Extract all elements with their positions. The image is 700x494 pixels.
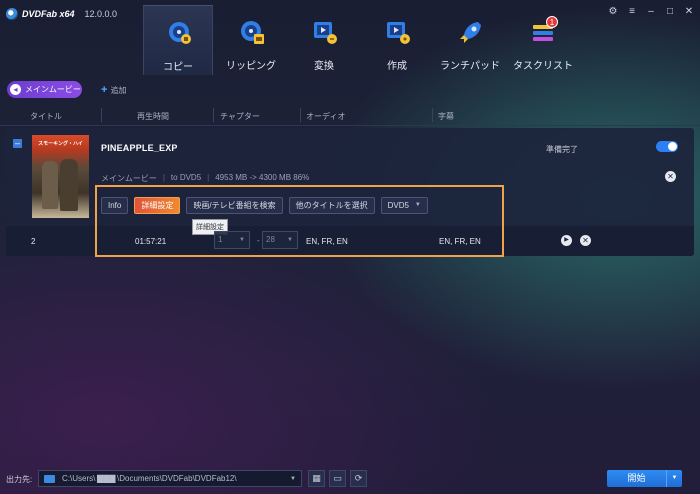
add-source-button[interactable]: + 追加 <box>101 84 126 96</box>
add-source-label: 追加 <box>110 85 127 95</box>
window-controls: ⚙ ≡ – □ ✕ <box>608 7 694 17</box>
highlight-box <box>95 185 504 257</box>
start-label: 開始 <box>627 473 646 483</box>
meta-size: 4953 MB -> 4300 MB 86% <box>215 173 310 182</box>
app-version: 12.0.0.0 <box>84 9 118 19</box>
browse-folder-icon[interactable]: ▭ <box>329 470 346 487</box>
play-icon[interactable]: ▶ <box>561 235 572 246</box>
launchpad-rocket-icon <box>460 22 481 43</box>
poster-figure <box>60 159 78 211</box>
nav-task-list[interactable]: 1 タスクリスト <box>508 5 578 75</box>
status-text: 準備完了 <box>546 145 578 154</box>
plus-icon: + <box>101 84 108 96</box>
chevron-down-icon[interactable]: ▼ <box>666 470 682 487</box>
dvdfab-window: DVDFab x64 12.0.0.0 ⚙ ≡ – □ ✕ コピー リッピング <box>0 0 700 494</box>
creator-icon <box>387 22 410 44</box>
remove-title-icon[interactable]: ✕ <box>665 171 676 182</box>
output-label: 出力先: <box>6 475 33 484</box>
output-path-field[interactable]: C:\Users\ ▇▇▇ \Documents\DVDFab\DVDFab12… <box>38 470 302 487</box>
app-logo: DVDFab x64 12.0.0.0 <box>6 8 117 20</box>
main-movie-mode-button[interactable]: ◂ メインムービー <box>7 81 82 98</box>
poster-figure <box>42 161 58 209</box>
column-headers: タイトル 再生時間 チャプター オーディオ 字幕 <box>0 104 700 126</box>
title-name: PINEAPPLE_EXP <box>101 143 178 153</box>
col-divider <box>432 108 433 122</box>
start-button[interactable]: 開始 ▼ <box>607 470 682 487</box>
col-divider <box>300 108 301 122</box>
title-number: 2 <box>31 237 36 246</box>
col-divider <box>213 108 214 122</box>
copy-disc-icon <box>169 22 191 44</box>
poster-title: スモーキング・ハイ <box>38 141 83 147</box>
folder-icon <box>44 474 55 483</box>
title-meta: メインムービー | to DVD5 | 4953 MB -> 4300 MB 8… <box>101 173 309 184</box>
maximize-icon[interactable]: □ <box>665 7 675 17</box>
close-icon[interactable]: ✕ <box>684 7 694 17</box>
remove-row-icon[interactable]: ✕ <box>580 235 591 246</box>
output-path: C:\Users\ ▇▇▇ \Documents\DVDFab\DVDFab12… <box>62 474 237 483</box>
nav-launchpad-label: ランチパッド <box>440 61 500 72</box>
bottom-bar: 出力先: C:\Users\ ▇▇▇ \Documents\DVDFab\DVD… <box>0 462 700 494</box>
meta-separator: | <box>207 173 210 182</box>
nav-ripper[interactable]: リッピング <box>216 5 286 75</box>
nav-launchpad[interactable]: ランチパッド <box>435 5 505 75</box>
module-nav: コピー リッピング 変換 作成 ランチパッド 1 タスクリスト <box>143 5 581 75</box>
nav-copy-label: コピー <box>163 62 193 73</box>
col-duration: 再生時間 <box>137 112 169 121</box>
enable-toggle[interactable] <box>656 141 678 152</box>
nav-creator-label: 作成 <box>387 61 407 72</box>
refresh-icon[interactable]: ⟳ <box>350 470 367 487</box>
col-chapter: チャプター <box>220 112 260 121</box>
movie-poster: スモーキング・ハイ <box>32 135 89 218</box>
nav-copy[interactable]: コピー <box>143 5 213 75</box>
col-audio: オーディオ <box>306 112 346 121</box>
main-movie-label: メインムービー <box>25 85 81 94</box>
task-count-badge: 1 <box>546 16 558 28</box>
nav-converter-label: 変換 <box>314 61 334 72</box>
minimize-icon[interactable]: – <box>646 7 656 17</box>
options-icon[interactable]: ≡ <box>627 7 637 17</box>
col-title: タイトル <box>30 112 62 121</box>
arrow-left-icon: ◂ <box>10 84 21 95</box>
collapse-toggle[interactable]: – <box>13 139 22 148</box>
ripper-icon <box>241 21 264 44</box>
app-name: DVDFab x64 <box>22 9 75 19</box>
col-divider <box>101 108 102 122</box>
chevron-down-icon: ▼ <box>290 475 296 482</box>
converter-icon <box>314 22 337 44</box>
nav-ripper-label: リッピング <box>226 61 276 72</box>
dvdfab-logo-icon <box>6 8 18 20</box>
nav-converter[interactable]: 変換 <box>289 5 359 75</box>
meta-separator: | <box>162 173 165 182</box>
iso-icon[interactable]: ▦ <box>308 470 325 487</box>
menu-icon[interactable]: ⚙ <box>608 7 618 17</box>
col-subtitle: 字幕 <box>438 112 454 121</box>
nav-creator[interactable]: 作成 <box>362 5 432 75</box>
meta-mode: メインムービー <box>101 174 157 183</box>
meta-target: to DVD5 <box>170 173 202 182</box>
nav-task-list-label: タスクリスト <box>513 61 573 72</box>
